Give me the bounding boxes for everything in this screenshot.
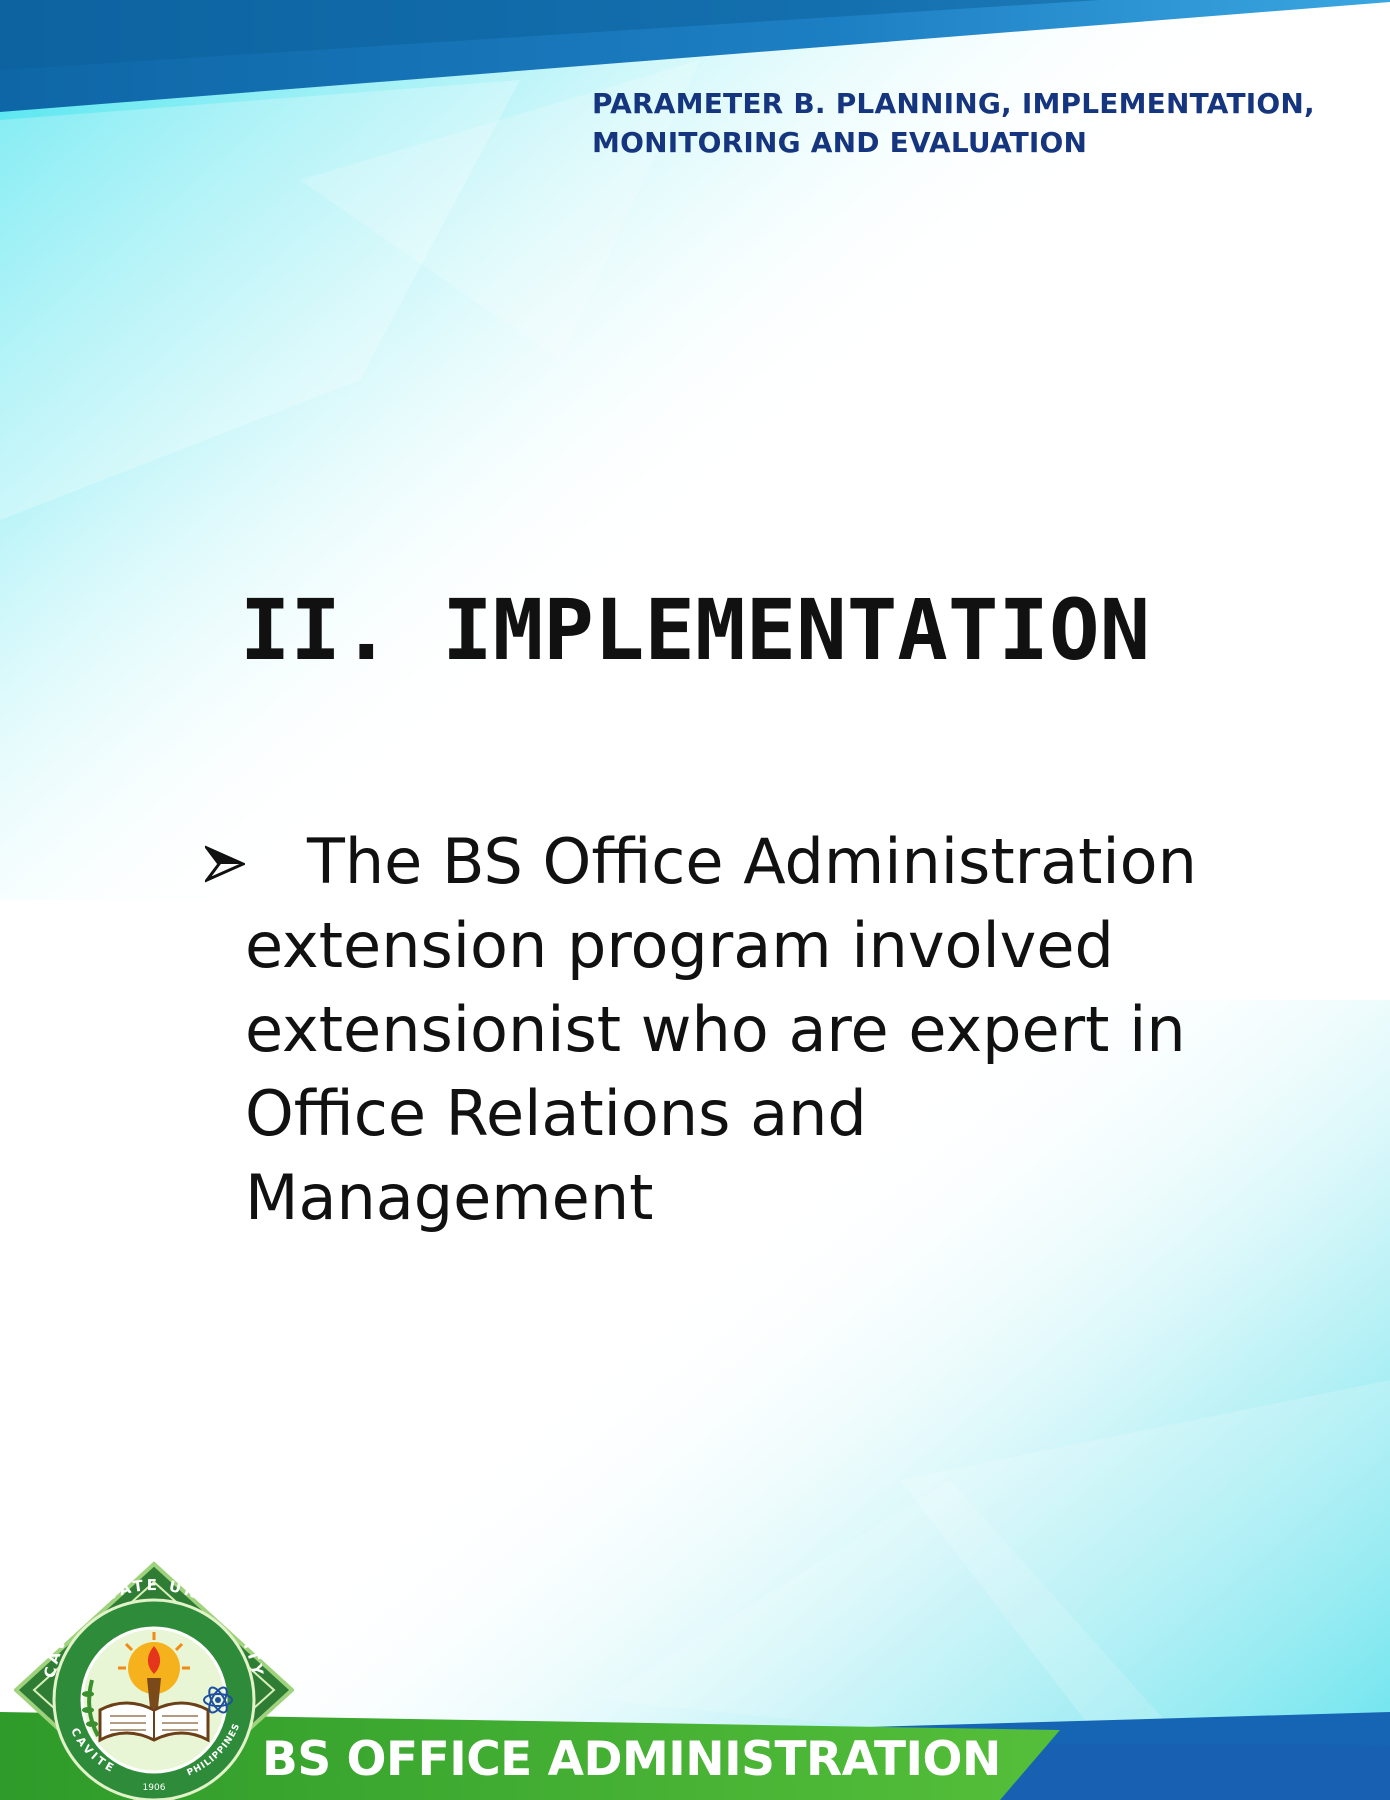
bullet-line-3: extensionist who are expert in <box>245 993 1186 1066</box>
parameter-heading: PARAMETER B. PLANNING, IMPLEMENTATION, M… <box>592 84 1352 162</box>
footer-program-title: BS OFFICE ADMINISTRATION <box>262 1732 1001 1787</box>
bullet-line-1: The BS Office Administration <box>307 825 1197 898</box>
arrowhead-bullet-icon <box>205 845 245 883</box>
parameter-heading-line-2: MONITORING AND EVALUATION <box>592 126 1088 159</box>
section-title: II. IMPLEMENTATION <box>239 581 1151 679</box>
bullet-line-5: Management <box>245 1161 654 1234</box>
parameter-heading-line-1: PARAMETER B. PLANNING, IMPLEMENTATION, <box>592 87 1315 120</box>
university-seal-logo: CAVITE STATE UNIVERSITY CAVITE PHILIPPIN… <box>14 1561 294 1800</box>
bullet-line-4: Office Relations and <box>245 1077 867 1150</box>
svg-text:1906: 1906 <box>143 1783 166 1793</box>
bullet-paragraph: The BS Office Administration extension p… <box>205 820 1205 1240</box>
bullet-line-2: extension program involved <box>245 909 1114 982</box>
